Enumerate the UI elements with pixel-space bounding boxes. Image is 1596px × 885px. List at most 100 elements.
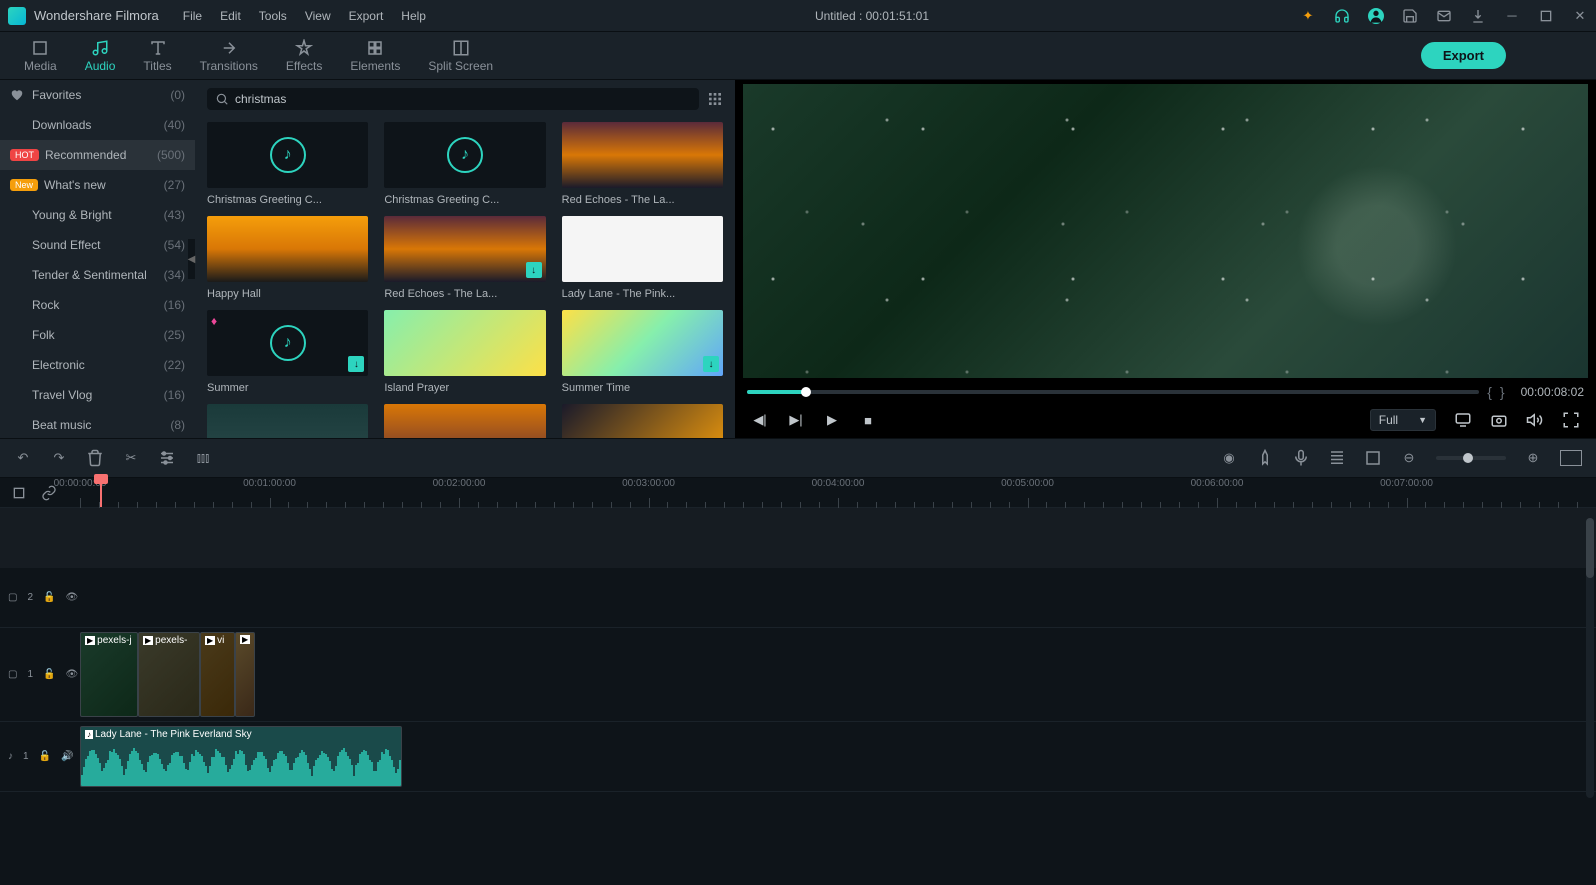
menu-tools[interactable]: Tools [259,9,287,23]
voiceover-button[interactable] [1292,449,1310,467]
tab-media[interactable]: Media [10,35,71,77]
sidebar-item-what-s-new[interactable]: NewWhat's new(27) [0,170,195,200]
lock-icon[interactable]: 🔓 [39,751,51,762]
sidebar-item-favorites[interactable]: Favorites(0) [0,80,195,110]
menu-view[interactable]: View [305,9,331,23]
play-pause-button[interactable]: ▶| [787,411,805,429]
fullscreen-icon[interactable] [1562,411,1580,429]
redo-button[interactable]: ↷ [50,449,68,467]
tab-transitions[interactable]: Transitions [186,35,272,77]
display-icon[interactable] [1454,411,1472,429]
headphones-icon[interactable] [1334,8,1350,24]
asset-card[interactable]: ↓Summer Time [562,310,723,394]
menu-help[interactable]: Help [401,9,426,23]
mixer-button[interactable] [1328,449,1346,467]
tab-audio[interactable]: Audio [71,35,130,77]
mute-icon[interactable]: 🔊 [61,751,73,762]
tab-titles[interactable]: Titles [129,35,185,77]
lock-icon[interactable]: 🔓 [43,592,55,603]
asset-card[interactable]: ♦♪↓Summer [207,310,368,394]
zoom-fit-button[interactable] [1560,450,1582,466]
lightbulb-icon[interactable]: ✦ [1300,8,1316,24]
asset-card[interactable]: Happy Hall [207,216,368,300]
asset-card[interactable]: Island Prayer [384,310,545,394]
menu-file[interactable]: File [183,9,202,23]
video-clip[interactable]: ▶pexels- [138,632,200,717]
sidebar-item-beat-music[interactable]: Beat music(8) [0,410,195,438]
sidebar-item-folk[interactable]: Folk(25) [0,320,195,350]
lock-icon[interactable]: 🔓 [43,669,55,680]
minimize-icon[interactable]: ─ [1504,8,1520,24]
stop-button[interactable]: ■ [859,411,877,429]
search-input[interactable] [235,92,691,106]
tab-effects[interactable]: Effects [272,35,336,77]
video-clip[interactable]: ▶ [235,632,255,717]
mail-icon[interactable] [1436,8,1452,24]
asset-card[interactable]: Red Echoes - The La... [562,122,723,206]
zoom-out-button[interactable]: ⊖ [1400,449,1418,467]
audio-edit-button[interactable]: ⫾⫾⫾ [194,449,212,467]
visibility-icon[interactable]: 👁 [65,592,78,603]
video-clip[interactable]: ▶vi [200,632,235,717]
audio-clip[interactable]: ♪Lady Lane - The Pink Everland Sky [80,726,402,787]
asset-card[interactable]: ↓Red Echoes - The La... [384,216,545,300]
prev-frame-button[interactable]: ◀| [751,411,769,429]
ruler-mark: 00:07:00:00 [1380,478,1433,489]
sidebar-item-recommended[interactable]: HOTRecommended(500) [0,140,195,170]
sidebar-item-downloads[interactable]: Downloads(40) [0,110,195,140]
timeline-scrollbar[interactable] [1586,518,1594,798]
sidebar-item-rock[interactable]: Rock(16) [0,290,195,320]
render-button[interactable]: ◉ [1220,449,1238,467]
timeline-snap-icon[interactable] [10,484,28,502]
asset-card[interactable] [384,404,545,438]
save-icon[interactable] [1402,8,1418,24]
asset-card[interactable]: ♪Christmas Greeting C... [384,122,545,206]
play-button[interactable]: ▶ [823,411,841,429]
crop-button[interactable] [1364,449,1382,467]
mark-in-icon[interactable]: { [1487,384,1492,400]
export-button[interactable]: Export [1421,42,1506,69]
playhead[interactable] [100,478,102,507]
tab-split-screen[interactable]: Split Screen [414,35,507,77]
zoom-slider[interactable] [1436,456,1506,460]
track-body[interactable]: ▶pexels-j▶pexels-▶vi▶ [80,628,1596,721]
marker-button[interactable] [1256,449,1274,467]
close-icon[interactable]: ✕ [1572,8,1588,24]
sidebar-item-travel-vlog[interactable]: Travel Vlog(16) [0,380,195,410]
asset-card[interactable]: ♪Christmas Greeting C... [207,122,368,206]
sidebar-item-electronic[interactable]: Electronic(22) [0,350,195,380]
track-type-icon: ♪ [8,751,13,762]
asset-card[interactable] [562,404,723,438]
download-icon[interactable] [1470,8,1486,24]
volume-icon[interactable] [1526,411,1544,429]
snapshot-icon[interactable] [1490,411,1508,429]
track-body[interactable]: ♪Lady Lane - The Pink Everland Sky [80,722,1596,791]
app-logo [8,7,26,25]
menu-edit[interactable]: Edit [220,9,241,23]
undo-button[interactable]: ↶ [14,449,32,467]
quality-select[interactable]: Full▼ [1370,409,1436,431]
collapse-handle[interactable]: ◀ [188,239,195,279]
sidebar-item-young-bright[interactable]: Young & Bright(43) [0,200,195,230]
split-button[interactable]: ✂ [122,449,140,467]
grid-view-icon[interactable] [707,91,723,107]
preview-scrubber[interactable] [747,390,1479,394]
timeline-ruler[interactable]: 00:00:00:0000:01:00:0000:02:00:0000:03:0… [80,478,1596,508]
track-body[interactable] [80,568,1596,627]
user-icon[interactable] [1368,8,1384,24]
mark-out-icon[interactable]: } [1500,384,1505,400]
visibility-icon[interactable]: 👁 [65,669,78,680]
menu-export[interactable]: Export [349,9,384,23]
preview-canvas[interactable] [743,84,1588,378]
search-box[interactable] [207,88,699,110]
adjust-button[interactable] [158,449,176,467]
asset-card[interactable] [207,404,368,438]
maximize-icon[interactable] [1538,8,1554,24]
sidebar-item-tender-sentimental[interactable]: Tender & Sentimental(34) [0,260,195,290]
video-clip[interactable]: ▶pexels-j [80,632,138,717]
zoom-in-button[interactable]: ⊕ [1524,449,1542,467]
delete-button[interactable] [86,449,104,467]
tab-elements[interactable]: Elements [336,35,414,77]
asset-card[interactable]: Lady Lane - The Pink... [562,216,723,300]
sidebar-item-sound-effect[interactable]: Sound Effect(54) [0,230,195,260]
